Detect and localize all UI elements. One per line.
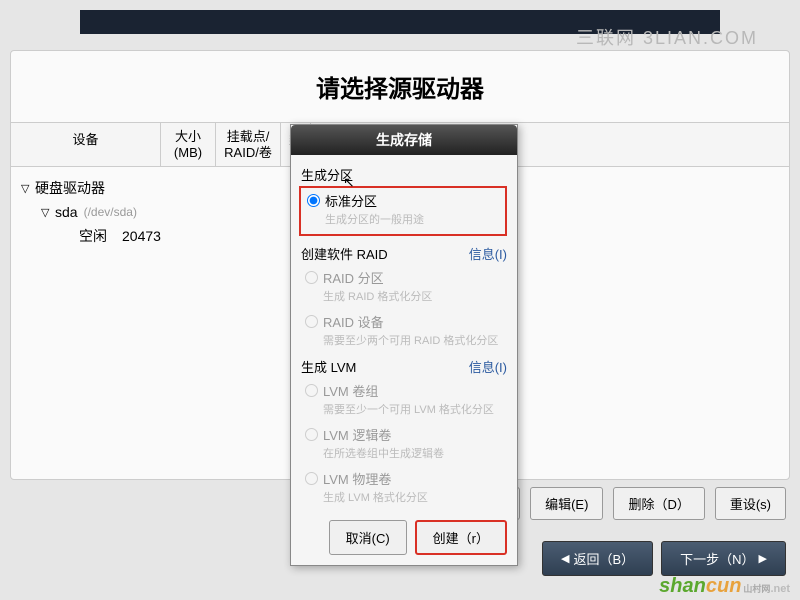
section-partition: 生成分区 [301, 161, 507, 186]
radio-raid-partition-desc: 生成 RAID 格式化分区 [301, 288, 507, 309]
radio-standard-partition[interactable]: 标准分区 [303, 188, 503, 211]
radio-raid-device-input[interactable] [305, 315, 318, 328]
radio-lvm-vg-input[interactable] [305, 384, 318, 397]
radio-lvm-vg[interactable]: LVM 卷组 [301, 378, 507, 401]
lvm-info-link[interactable]: 信息(I) [469, 357, 507, 376]
modal-cancel-button[interactable]: 取消(C) [329, 520, 407, 555]
nav-buttons: 返回（B） 下一步（N） [542, 541, 786, 576]
radio-lvm-pv-desc: 生成 LVM 格式化分区 [301, 489, 507, 510]
watermark-top: 三联网 3LIAN.COM [576, 24, 758, 50]
header-device: 设备 [11, 123, 161, 166]
radio-lvm-pv[interactable]: LVM 物理卷 [301, 466, 507, 489]
radio-lvm-lv[interactable]: LVM 逻辑卷 [301, 422, 507, 445]
radio-lvm-pv-input[interactable] [305, 472, 318, 485]
header-mount: 挂载点/ RAID/卷 [216, 123, 281, 166]
radio-lvm-vg-label: LVM 卷组 [323, 381, 378, 400]
back-button[interactable]: 返回（B） [542, 541, 653, 576]
tree-disk-path: (/dev/sda) [84, 205, 137, 219]
radio-raid-device[interactable]: RAID 设备 [301, 309, 507, 332]
radio-lvm-vg-desc: 需要至少一个可用 LVM 格式化分区 [301, 401, 507, 422]
chevron-down-icon[interactable]: ▽ [41, 206, 55, 219]
radio-raid-device-label: RAID 设备 [323, 312, 384, 331]
radio-lvm-pv-label: LVM 物理卷 [323, 469, 391, 488]
modal-create-button[interactable]: 创建（r） [415, 520, 507, 555]
delete-button[interactable]: 删除（D） [613, 487, 704, 520]
radio-raid-partition[interactable]: RAID 分区 [301, 265, 507, 288]
radio-standard-desc: 生成分区的一般用途 [303, 211, 503, 232]
radio-lvm-lv-input[interactable] [305, 428, 318, 441]
reset-button[interactable]: 重设(s) [715, 487, 786, 520]
watermark-bottom: shancun山村网.net [659, 575, 790, 598]
chevron-down-icon[interactable]: ▽ [21, 182, 35, 195]
header-size: 大小 (MB) [161, 123, 216, 166]
radio-raid-device-desc: 需要至少两个可用 RAID 格式化分区 [301, 332, 507, 353]
tree-disk-label: sda [55, 204, 78, 220]
modal-title: 生成存储 [291, 125, 517, 155]
radio-raid-partition-input[interactable] [305, 271, 318, 284]
create-storage-modal: 生成存储 生成分区 标准分区 生成分区的一般用途 创建软件 RAID 信息(I)… [290, 124, 518, 566]
tree-free-size: 20473 [122, 228, 161, 244]
raid-info-link[interactable]: 信息(I) [469, 244, 507, 263]
radio-standard-label: 标准分区 [325, 191, 377, 210]
radio-standard-input[interactable] [307, 194, 320, 207]
next-button[interactable]: 下一步（N） [661, 541, 786, 576]
tree-root-label: 硬盘驱动器 [35, 178, 105, 198]
radio-lvm-lv-desc: 在所选卷组中生成逻辑卷 [301, 445, 507, 466]
edit-button[interactable]: 编辑(E) [530, 487, 603, 520]
section-lvm: 生成 LVM [301, 357, 356, 376]
radio-raid-partition-label: RAID 分区 [323, 268, 384, 287]
highlight-standard: 标准分区 生成分区的一般用途 [299, 186, 507, 236]
page-title: 请选择源驱动器 [11, 51, 789, 122]
section-raid: 创建软件 RAID [301, 244, 388, 263]
tree-free-label: 空闲 [79, 226, 107, 246]
radio-lvm-lv-label: LVM 逻辑卷 [323, 425, 391, 444]
